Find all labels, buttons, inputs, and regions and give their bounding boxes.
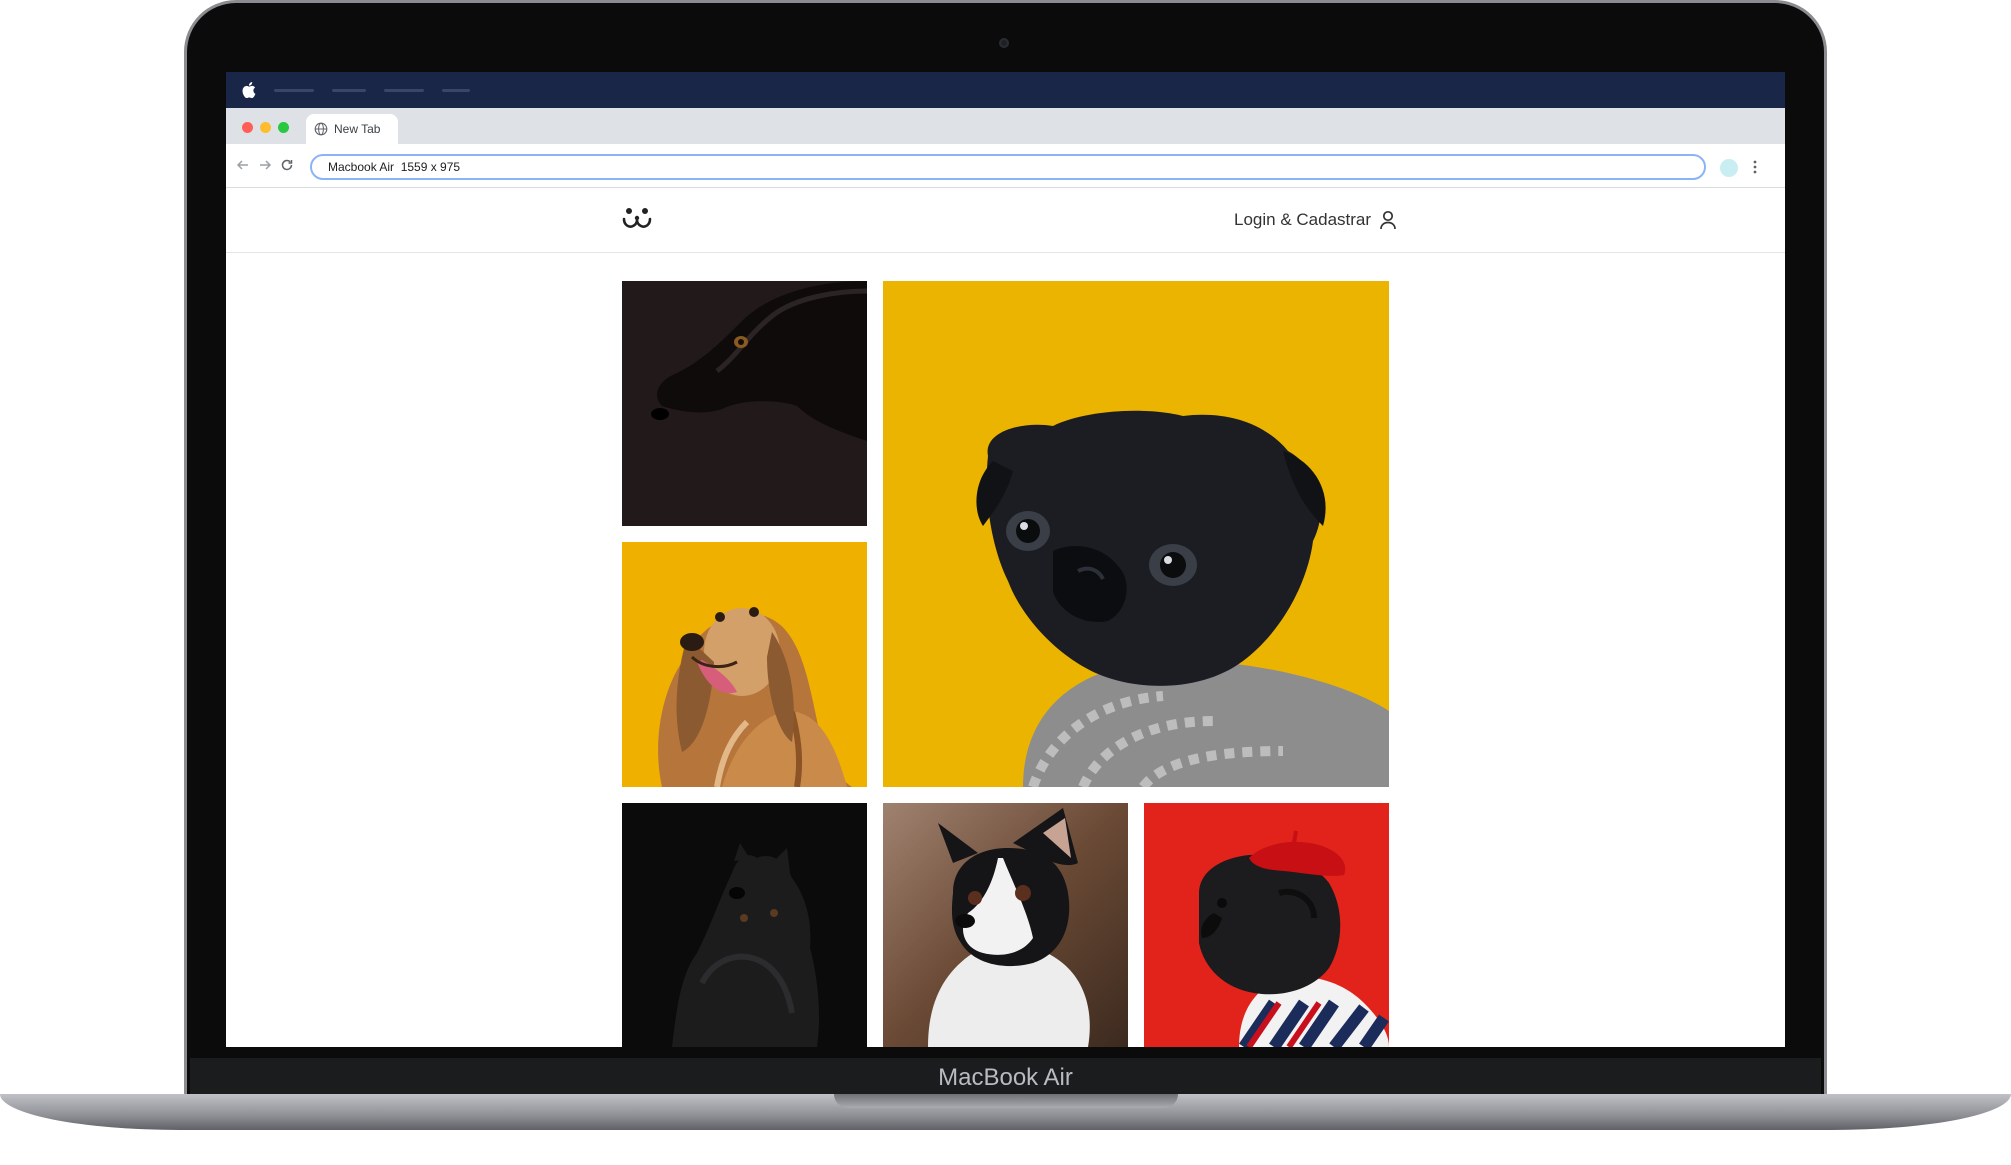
dog-photo-black-fluffy[interactable] [622,803,867,1047]
minimize-window-button[interactable] [260,122,271,133]
web-page: Login & Cadastrar [226,188,1785,1047]
login-register-link[interactable]: Login & Cadastrar [1234,208,1397,232]
user-icon [1380,210,1396,230]
dog-photo-boston-terrier-image [883,803,1128,1047]
dog-photo-black-profile-image [622,281,867,526]
tab-title: New Tab [334,122,381,136]
dog-photo-pug-scarf-image [883,281,1389,787]
login-register-label: Login & Cadastrar [1234,210,1372,229]
maximize-window-button[interactable] [278,122,289,133]
browser-toolbar: Macbook Air 1559 x 975 [226,144,1785,188]
mac-menubar [226,72,1785,108]
dog-face-logo-icon[interactable] [622,206,652,232]
apple-icon[interactable] [242,82,256,98]
dog-photo-pug-beret-image [1144,803,1389,1047]
dog-photo-afghan-hound-image [622,542,867,787]
back-arrow-icon[interactable] [234,156,252,174]
dog-photo-pug-scarf[interactable] [883,281,1389,787]
close-window-button[interactable] [242,122,253,133]
dog-photo-afghan-hound[interactable] [622,542,867,787]
browser-tabbar: New Tab [226,108,1785,144]
kebab-menu-icon[interactable] [1752,158,1758,176]
camera-icon [999,38,1009,48]
device-brand-label: MacBook Air [938,1064,1073,1091]
laptop-hinge-notch [834,1094,1178,1108]
address-bar-text: Macbook Air 1559 x 975 [328,160,461,174]
menu-item-placeholder[interactable] [442,88,470,92]
globe-icon [314,122,328,136]
menu-item-placeholder[interactable] [332,88,366,92]
screen: New Tab Macbook Air 1559 x 975 Login & C… [226,72,1785,1047]
dog-photo-black-profile[interactable] [622,281,867,526]
menu-item-placeholder[interactable] [384,88,424,92]
reload-icon[interactable] [278,156,296,174]
dog-photo-black-fluffy-image [622,803,867,1047]
site-header: Login & Cadastrar [226,188,1785,253]
dog-photo-boston-terrier[interactable] [883,803,1128,1047]
browser-tab[interactable]: New Tab [306,114,398,144]
menu-item-placeholder[interactable] [274,88,314,92]
address-bar[interactable]: Macbook Air 1559 x 975 [310,154,1706,180]
profile-avatar-icon[interactable] [1720,159,1738,177]
dog-photo-pug-beret[interactable] [1144,803,1389,1047]
forward-arrow-icon[interactable] [256,156,274,174]
